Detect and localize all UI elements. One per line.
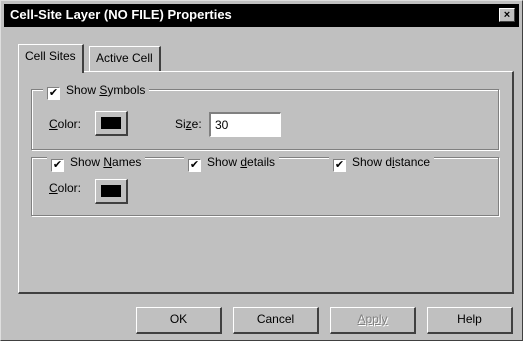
symbols-color-button[interactable] — [95, 111, 128, 136]
show-details-checkbox[interactable]: ✔ Show details — [184, 154, 280, 172]
label-text: Show — [70, 155, 104, 169]
checkbox-box[interactable]: ✔ — [333, 159, 346, 172]
checkbox-box[interactable]: ✔ — [51, 159, 64, 172]
show-symbols-checkbox[interactable]: ✔ Show Symbols — [43, 82, 150, 100]
checkbox-box[interactable]: ✔ — [188, 159, 201, 172]
show-distance-checkbox[interactable]: ✔ Show distance — [329, 154, 435, 172]
names-color-button[interactable] — [95, 179, 128, 204]
label-text: olor: — [57, 181, 82, 195]
ok-button[interactable]: OK — [136, 307, 222, 334]
tab-cell-sites[interactable]: Cell Sites — [18, 44, 84, 73]
label-text: e: — [191, 117, 202, 131]
tab-label: Active Cell — [96, 51, 153, 65]
help-button[interactable]: Help — [427, 307, 513, 334]
size-label: Size: — [175, 117, 202, 131]
close-button[interactable]: × — [499, 8, 515, 22]
label-text: etails — [247, 155, 276, 169]
cancel-button[interactable]: Cancel — [233, 307, 319, 334]
names-color-label: Color: — [49, 181, 81, 195]
label-text: Show d — [352, 155, 393, 169]
tab-label: Cell Sites — [25, 49, 76, 63]
color-swatch — [101, 185, 121, 197]
label-text: olor: — [57, 117, 82, 131]
apply-button[interactable]: Apply — [330, 307, 416, 334]
label-text: Si — [175, 117, 186, 131]
symbols-color-label: Color: — [49, 117, 81, 131]
window-title: Cell-Site Layer (NO FILE) Properties — [10, 7, 232, 22]
label-text: stance — [394, 155, 431, 169]
label-text: Show — [207, 155, 241, 169]
checkbox-box[interactable]: ✔ — [47, 87, 60, 100]
label-accelerator: C — [49, 181, 58, 195]
tab-active-cell[interactable]: Active Cell — [89, 46, 161, 71]
properties-dialog: Cell-Site Layer (NO FILE) Properties × C… — [0, 0, 523, 341]
show-names-checkbox[interactable]: ✔ Show Names — [47, 154, 146, 172]
label-text: ymbols — [107, 83, 146, 97]
label-text: Show — [66, 83, 100, 97]
close-icon: × — [503, 9, 511, 21]
label-text: ames — [112, 155, 142, 169]
apply-label: Apply — [357, 312, 388, 326]
size-input[interactable]: 30 — [209, 112, 281, 137]
title-bar[interactable]: Cell-Site Layer (NO FILE) Properties × — [4, 4, 519, 27]
color-swatch — [101, 117, 121, 129]
label-accelerator: C — [49, 117, 58, 131]
label-accelerator: N — [103, 155, 113, 169]
